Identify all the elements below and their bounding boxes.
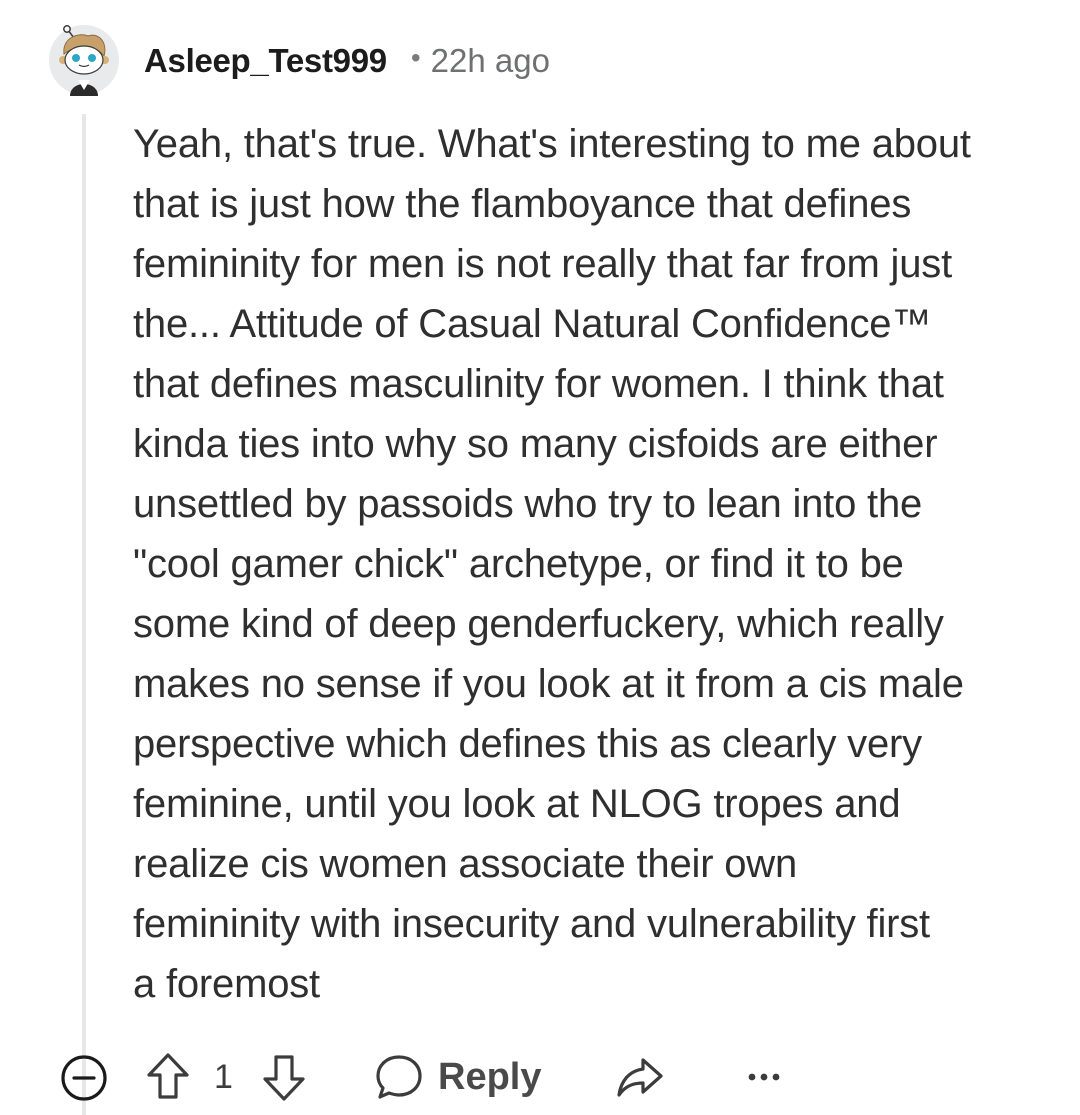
speech-bubble-icon [376, 1055, 422, 1099]
downvote-button[interactable] [258, 1051, 310, 1103]
upvote-arrow-icon [147, 1053, 189, 1099]
collapse-button[interactable] [58, 1052, 110, 1104]
upvote-button[interactable] [142, 1051, 194, 1103]
thread-line[interactable] [82, 114, 86, 1115]
vote-count: 1 [214, 1057, 233, 1096]
share-button[interactable] [612, 1051, 668, 1103]
reply-button[interactable]: Reply [374, 1049, 541, 1105]
meta-separator: • [410, 42, 421, 73]
snoo-avatar-icon [49, 25, 119, 96]
comment: Asleep_Test999 • 22h ago Yeah, that's tr… [0, 0, 1080, 1115]
more-dots-icon [748, 1073, 780, 1081]
more-options-button[interactable] [738, 1051, 790, 1103]
author-username[interactable]: Asleep_Test999 [144, 42, 387, 80]
avatar[interactable] [48, 24, 120, 96]
comment-timestamp: 22h ago [430, 42, 550, 79]
downvote-arrow-icon [263, 1055, 305, 1101]
collapse-minus-icon [61, 1055, 107, 1101]
comment-header: Asleep_Test999 • 22h ago [144, 36, 550, 86]
reply-label: Reply [438, 1055, 542, 1098]
share-arrow-icon [617, 1058, 663, 1097]
comment-body: Yeah, that's true. What's interesting to… [133, 122, 971, 1006]
comment-action-bar: 1 Reply [0, 1045, 1080, 1107]
